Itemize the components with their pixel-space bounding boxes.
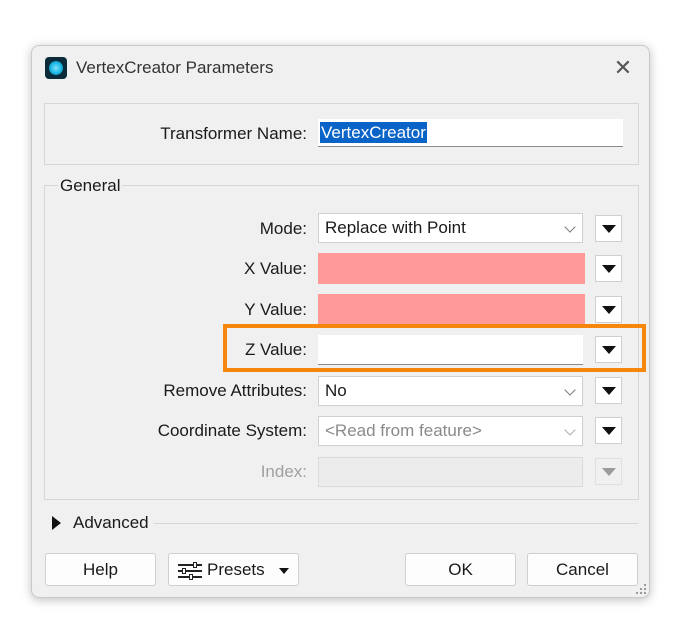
window-title: VertexCreator Parameters bbox=[76, 58, 274, 77]
remove-attributes-select[interactable]: No bbox=[318, 376, 583, 406]
y-value-label: Y Value: bbox=[244, 300, 307, 319]
transformer-name-value: VertexCreator bbox=[320, 122, 427, 143]
remove-attributes-label: Remove Attributes: bbox=[163, 381, 307, 400]
x-value-menu-button[interactable] bbox=[595, 255, 622, 282]
coordinate-system-label: Coordinate System: bbox=[157, 421, 307, 440]
remove-attributes-value: No bbox=[325, 381, 347, 400]
resize-grip-icon[interactable] bbox=[636, 584, 646, 594]
triangle-down-icon bbox=[602, 387, 616, 395]
y-value-input[interactable] bbox=[318, 294, 585, 325]
mode-label: Mode: bbox=[259, 219, 307, 238]
advanced-divider bbox=[154, 523, 638, 524]
triangle-down-icon bbox=[602, 468, 616, 476]
remove-attributes-menu-button[interactable] bbox=[595, 377, 622, 404]
presets-button[interactable]: Presets bbox=[168, 553, 299, 586]
chevron-down-icon bbox=[564, 384, 576, 396]
x-value-label: X Value: bbox=[243, 259, 307, 278]
y-value-menu-button[interactable] bbox=[595, 296, 622, 323]
expand-triangle-icon[interactable] bbox=[52, 516, 61, 530]
ok-button[interactable]: OK bbox=[405, 553, 516, 586]
presets-label: Presets bbox=[207, 560, 265, 579]
triangle-down-icon bbox=[602, 306, 616, 314]
triangle-down-icon bbox=[602, 225, 616, 233]
general-group-label: General bbox=[58, 176, 123, 196]
app-icon bbox=[45, 57, 67, 79]
coordinate-system-menu-button[interactable] bbox=[595, 417, 622, 444]
advanced-section-toggle[interactable]: Advanced bbox=[73, 513, 149, 533]
z-value-highlight bbox=[223, 324, 646, 372]
caret-down-icon bbox=[279, 568, 289, 574]
coordinate-system-select[interactable]: <Read from feature> bbox=[318, 416, 583, 446]
sliders-icon bbox=[178, 562, 204, 580]
x-value-input[interactable] bbox=[318, 253, 585, 284]
triangle-down-icon bbox=[602, 265, 616, 273]
index-input bbox=[318, 457, 583, 487]
close-icon[interactable]: ✕ bbox=[611, 56, 635, 80]
index-label: Index: bbox=[260, 462, 307, 481]
index-menu-button bbox=[595, 458, 622, 485]
cancel-button[interactable]: Cancel bbox=[527, 553, 638, 586]
mode-select[interactable]: Replace with Point bbox=[318, 213, 583, 243]
transformer-name-label: Transformer Name: bbox=[160, 124, 307, 143]
mode-value: Replace with Point bbox=[325, 218, 466, 237]
coordinate-system-value: <Read from feature> bbox=[325, 421, 482, 440]
title-bar: VertexCreator Parameters ✕ bbox=[32, 46, 649, 90]
vertexcreator-dialog: VertexCreator Parameters ✕ Transformer N… bbox=[31, 45, 650, 598]
mode-menu-button[interactable] bbox=[595, 215, 622, 242]
transformer-name-input[interactable]: VertexCreator bbox=[318, 119, 623, 147]
chevron-down-icon bbox=[564, 221, 576, 233]
help-button[interactable]: Help bbox=[45, 553, 156, 586]
chevron-down-icon bbox=[564, 424, 576, 436]
triangle-down-icon bbox=[602, 427, 616, 435]
